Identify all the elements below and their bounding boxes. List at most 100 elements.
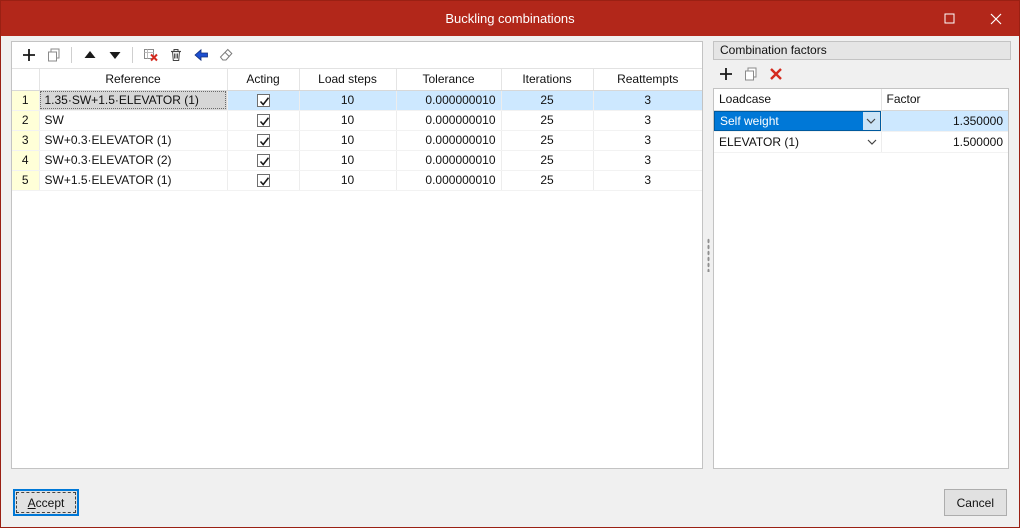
toolbar-separator	[132, 47, 133, 63]
factor-cell[interactable]: 1.500000	[881, 131, 1008, 153]
delete-factor-button[interactable]	[764, 63, 787, 86]
acting-cell[interactable]	[227, 90, 300, 111]
maximize-icon	[944, 13, 955, 23]
copy-factor-button[interactable]	[739, 63, 762, 86]
factor-row[interactable]: ELEVATOR (1) 1.500000	[714, 131, 1008, 153]
row-number-cell[interactable]: 5	[12, 170, 40, 191]
window-title: Buckling combinations	[445, 11, 575, 26]
triangle-up-icon	[84, 51, 95, 58]
eraser-button[interactable]	[214, 44, 237, 67]
row-number-cell[interactable]: 3	[12, 130, 40, 151]
transfer-back-button[interactable]	[189, 44, 212, 67]
tolerance-cell[interactable]: 0.000000010	[396, 170, 502, 191]
factors-header-row: Loadcase Factor	[714, 89, 1008, 111]
loadcase-cell: ELEVATOR (1)	[714, 131, 882, 153]
reference-cell[interactable]: 1.35·SW+1.5·ELEVATOR (1)	[39, 90, 228, 111]
table-delete-icon	[143, 49, 158, 62]
loadcase-value: ELEVATOR (1)	[719, 134, 800, 149]
tolerance-header: Tolerance	[396, 69, 502, 91]
move-down-button[interactable]	[103, 44, 126, 67]
tolerance-cell[interactable]: 0.000000010	[396, 110, 502, 131]
iterations-header: Iterations	[501, 69, 594, 91]
iterations-cell[interactable]: 25	[501, 90, 594, 111]
triangle-down-icon	[109, 52, 120, 59]
tolerance-cell[interactable]: 0.000000010	[396, 130, 502, 151]
move-up-button[interactable]	[78, 44, 101, 67]
iterations-cell[interactable]: 25	[501, 150, 594, 171]
acting-checkbox[interactable]	[256, 174, 270, 188]
loadcase-value: Self weight	[720, 113, 779, 128]
chevron-down-icon[interactable]	[862, 111, 880, 130]
load-steps-cell[interactable]: 10	[299, 110, 397, 131]
delete-all-button[interactable]	[164, 44, 187, 67]
panel-splitter[interactable]	[704, 41, 712, 469]
eraser-icon	[219, 48, 232, 61]
factors-toolbar	[713, 61, 1011, 87]
iterations-cell[interactable]: 25	[501, 170, 594, 191]
maximize-button[interactable]	[927, 1, 973, 36]
checkmark-icon	[259, 117, 269, 126]
copy-icon	[744, 67, 756, 81]
iterations-cell[interactable]: 25	[501, 130, 594, 151]
combination-row[interactable]: 2 SW 10 0.000000010 25 3	[12, 110, 702, 131]
acting-cell[interactable]	[227, 110, 300, 131]
factor-cell[interactable]: 1.350000	[881, 110, 1008, 132]
combination-factors-title: Combination factors	[713, 41, 1011, 60]
acting-checkbox[interactable]	[256, 134, 270, 148]
combination-row[interactable]: 5 SW+1.5·ELEVATOR (1) 10 0.000000010 25 …	[12, 170, 702, 191]
delete-rows-button[interactable]	[139, 44, 162, 67]
acting-checkbox[interactable]	[256, 94, 270, 108]
close-button[interactable]	[973, 1, 1019, 36]
acting-checkbox[interactable]	[256, 114, 270, 128]
load-steps-cell[interactable]: 10	[299, 130, 397, 151]
reattempts-cell[interactable]: 3	[593, 130, 702, 151]
row-number-cell[interactable]: 4	[12, 150, 40, 171]
accept-button[interactable]: Accept	[13, 489, 79, 516]
chevron-down-icon[interactable]	[864, 133, 881, 151]
load-steps-cell[interactable]: 10	[299, 170, 397, 191]
trash-icon	[170, 49, 181, 61]
copy-combination-button[interactable]	[42, 44, 65, 67]
combination-row[interactable]: 1 1.35·SW+1.5·ELEVATOR (1) 10 0.00000001…	[12, 90, 702, 111]
reference-cell[interactable]: SW+1.5·ELEVATOR (1)	[39, 170, 228, 191]
combination-row[interactable]: 4 SW+0.3·ELEVATOR (2) 10 0.000000010 25 …	[12, 150, 702, 171]
acting-cell[interactable]	[227, 130, 300, 151]
reattempts-cell[interactable]: 3	[593, 110, 702, 131]
reattempts-header: Reattempts	[593, 69, 702, 91]
reference-cell[interactable]: SW+0.3·ELEVATOR (1)	[39, 130, 228, 151]
combination-row[interactable]: 3 SW+0.3·ELEVATOR (1) 10 0.000000010 25 …	[12, 130, 702, 151]
arrow-left-icon	[193, 48, 208, 62]
loadcase-dropdown[interactable]: Self weight	[714, 110, 880, 130]
load-steps-cell[interactable]: 10	[299, 90, 397, 111]
tolerance-cell[interactable]: 0.000000010	[396, 90, 502, 111]
loadcase-cell: Self weight	[714, 110, 882, 132]
cancel-button[interactable]: Cancel	[943, 489, 1007, 516]
acting-checkbox[interactable]	[256, 154, 270, 168]
reattempts-cell[interactable]: 3	[593, 150, 702, 171]
acting-cell[interactable]	[227, 170, 300, 191]
reference-cell[interactable]: SW	[39, 110, 228, 131]
acting-cell[interactable]	[227, 150, 300, 171]
plus-icon	[719, 68, 732, 80]
row-number-cell[interactable]: 1	[12, 90, 40, 111]
load-steps-cell[interactable]: 10	[299, 150, 397, 171]
reattempts-cell[interactable]: 3	[593, 90, 702, 111]
title-bar[interactable]: Buckling combinations	[1, 1, 1019, 36]
loadcase-dropdown[interactable]: ELEVATOR (1)	[714, 132, 881, 152]
add-factor-button[interactable]	[714, 63, 737, 86]
dialog-window: Buckling combinations Reference Acting L…	[0, 0, 1020, 528]
add-combination-button[interactable]	[17, 44, 40, 67]
load-steps-header: Load steps	[299, 69, 397, 91]
checkmark-icon	[259, 137, 269, 146]
iterations-cell[interactable]: 25	[501, 110, 594, 131]
loadcase-header: Loadcase	[714, 89, 882, 111]
factor-row[interactable]: Self weight 1.350000	[714, 110, 1008, 132]
reattempts-cell[interactable]: 3	[593, 170, 702, 191]
acting-header: Acting	[227, 69, 300, 91]
checkmark-icon	[259, 157, 269, 166]
combinations-toolbar	[12, 42, 702, 69]
reference-cell[interactable]: SW+0.3·ELEVATOR (2)	[39, 150, 228, 171]
tolerance-cell[interactable]: 0.000000010	[396, 150, 502, 171]
splitter-grip-icon	[706, 238, 710, 272]
row-number-cell[interactable]: 2	[12, 110, 40, 131]
